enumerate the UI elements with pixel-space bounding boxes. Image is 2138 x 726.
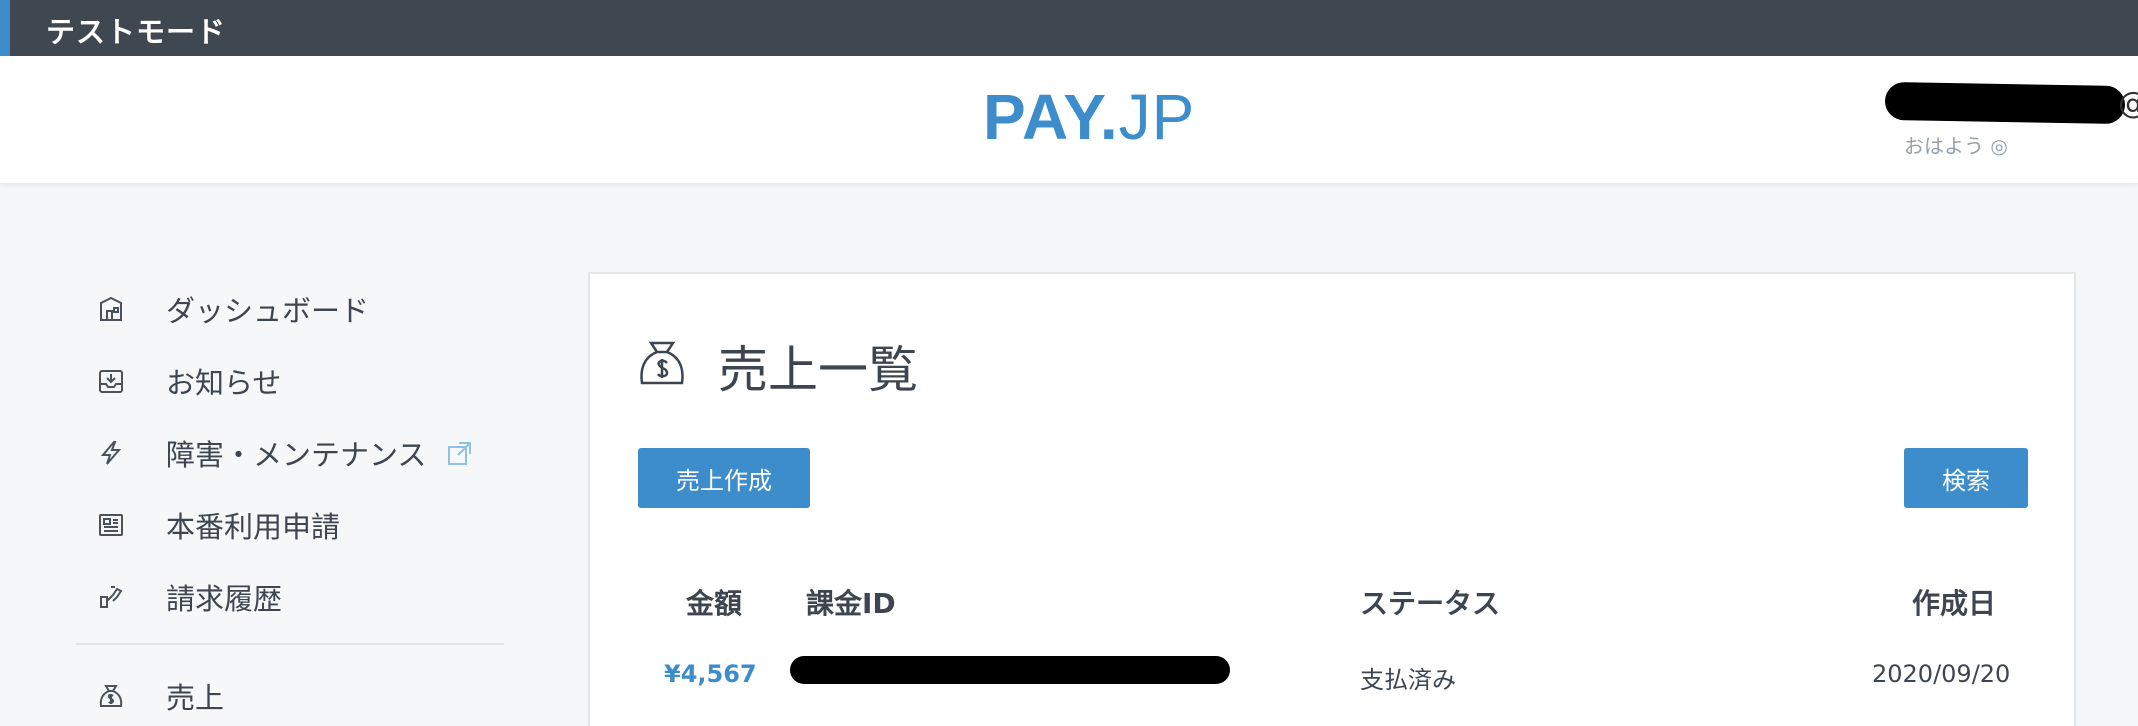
sidebar-item-sales[interactable]: 売上 [96,671,516,721]
header: PAY.JP @ おはよう ◎ [0,56,2138,184]
logo-jp: JP [1118,81,1196,153]
page-header: 売上一覧 [636,330,918,402]
newspaper-icon [96,510,126,540]
money-bag-icon [96,681,126,711]
payjp-logo[interactable]: PAY.JP [983,80,1195,154]
test-mode-label: テストモード [46,15,227,49]
sidebar-item-label-wrap: 障害・メンテナンス [166,432,474,475]
sidebar-item-billing-history[interactable]: 請求履歴 [96,572,516,622]
sidebar-divider [76,643,504,645]
sales-list-panel: 売上一覧 売上作成 検索 金額 課金ID ステータス 作成日 ¥4,567 支払… [588,272,2076,726]
column-header-created[interactable]: 作成日 [1912,582,1996,622]
sidebar-item-production-application[interactable]: 本番利用申請 [96,500,516,550]
column-header-charge-id[interactable]: 課金ID [806,582,896,622]
lightning-icon [96,438,126,468]
store-icon [96,294,126,324]
money-bag-icon [636,338,688,394]
external-link-icon [446,439,474,474]
page-title: 売上一覧 [718,341,918,399]
sidebar: ダッシュボード お知らせ 障害・メンテナンス 本番利用申請 請求履歴 売上 [0,184,580,726]
sidebar-item-label: 売上 [166,681,225,715]
sidebar-item-label: 請求履歴 [166,582,283,616]
sidebar-item-label: ダッシュボード [166,294,370,328]
sidebar-item-maintenance[interactable]: 障害・メンテナンス [96,428,516,478]
sidebar-item-label: お知らせ [166,366,282,400]
create-sale-button[interactable]: 売上作成 [638,448,810,508]
column-header-amount[interactable]: 金額 [686,582,742,622]
sidebar-item-label: 障害・メンテナンス [166,437,427,472]
logo-dot: . [1099,81,1119,153]
redacted-charge-id[interactable] [790,656,1230,684]
created-date: 2020/09/20 [1872,660,2011,688]
inbox-icon [96,366,126,396]
user-greeting: おはよう ◎ [1904,134,2008,158]
sidebar-item-dashboard[interactable]: ダッシュボード [96,284,516,334]
amount-link[interactable]: ¥4,567 [664,660,757,688]
test-mode-bar: テストモード [0,0,2138,56]
history-icon [96,582,126,612]
column-header-status[interactable]: ステータス [1360,582,1500,622]
redacted-user-email[interactable] [1884,81,2126,125]
sidebar-item-notices[interactable]: お知らせ [96,356,516,406]
test-mode-accent [0,0,10,56]
sidebar-item-label: 本番利用申請 [166,510,341,544]
status-text: 支払済み [1360,666,1456,694]
logo-pay: PAY [983,81,1100,153]
search-button[interactable]: 検索 [1904,448,2028,508]
user-at-symbol: @ [2118,86,2138,121]
